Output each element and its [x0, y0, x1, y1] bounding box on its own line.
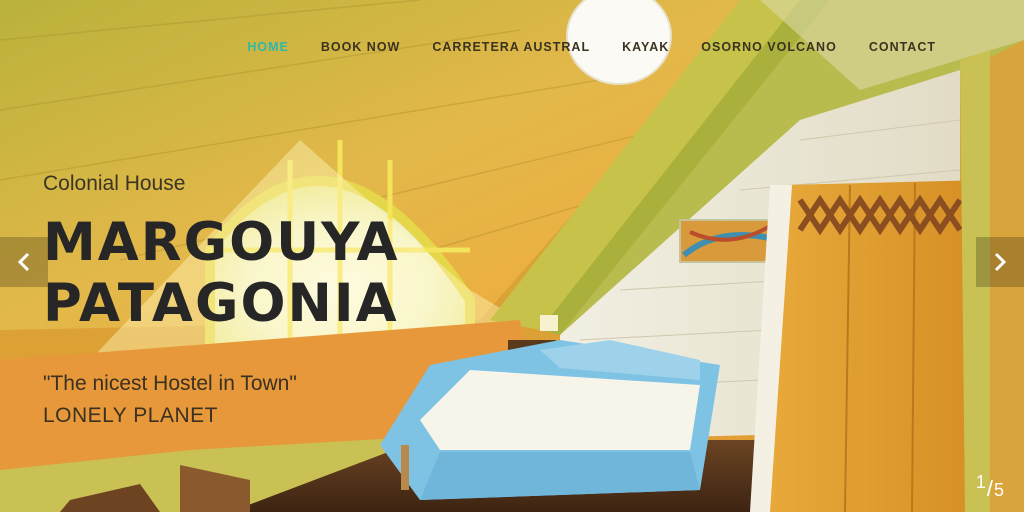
hero-quote-source: LONELY PLANET — [43, 404, 218, 427]
nav-contact-link[interactable]: CONTACT — [853, 40, 952, 54]
chevron-right-icon — [994, 252, 1007, 272]
slide-counter-current: 1 — [975, 472, 986, 492]
nav-kayak-link[interactable]: KAYAK — [606, 40, 685, 54]
slide-counter: 1/5 — [976, 472, 1004, 502]
hero-title: MARGOUYA PATAGONIA — [43, 212, 400, 334]
nav-book-now-link[interactable]: BOOK NOW — [305, 40, 417, 54]
main-navigation: HOME BOOK NOW CARRETERA AUSTRAL KAYAK OS… — [231, 40, 952, 54]
slide-counter-separator: / — [986, 476, 993, 501]
nav-home-link[interactable]: HOME — [231, 40, 305, 54]
nav-carretera-austral-link[interactable]: CARRETERA AUSTRAL — [416, 40, 606, 54]
slider-next-button[interactable] — [976, 237, 1024, 287]
nav-osorno-volcano-link[interactable]: OSORNO VOLCANO — [685, 40, 853, 54]
slider-prev-button[interactable] — [0, 237, 48, 287]
slide-counter-total: 5 — [993, 480, 1004, 500]
hero-kicker: Colonial House — [43, 172, 186, 195]
hero-title-line-1: MARGOUYA — [43, 212, 400, 273]
chevron-left-icon — [17, 252, 30, 272]
hero-title-line-2: PATAGONIA — [43, 273, 399, 334]
hero-quote: "The nicest Hostel in Town" — [43, 372, 297, 395]
hero-caption: Colonial House MARGOUYA PATAGONIA "The n… — [43, 172, 400, 428]
